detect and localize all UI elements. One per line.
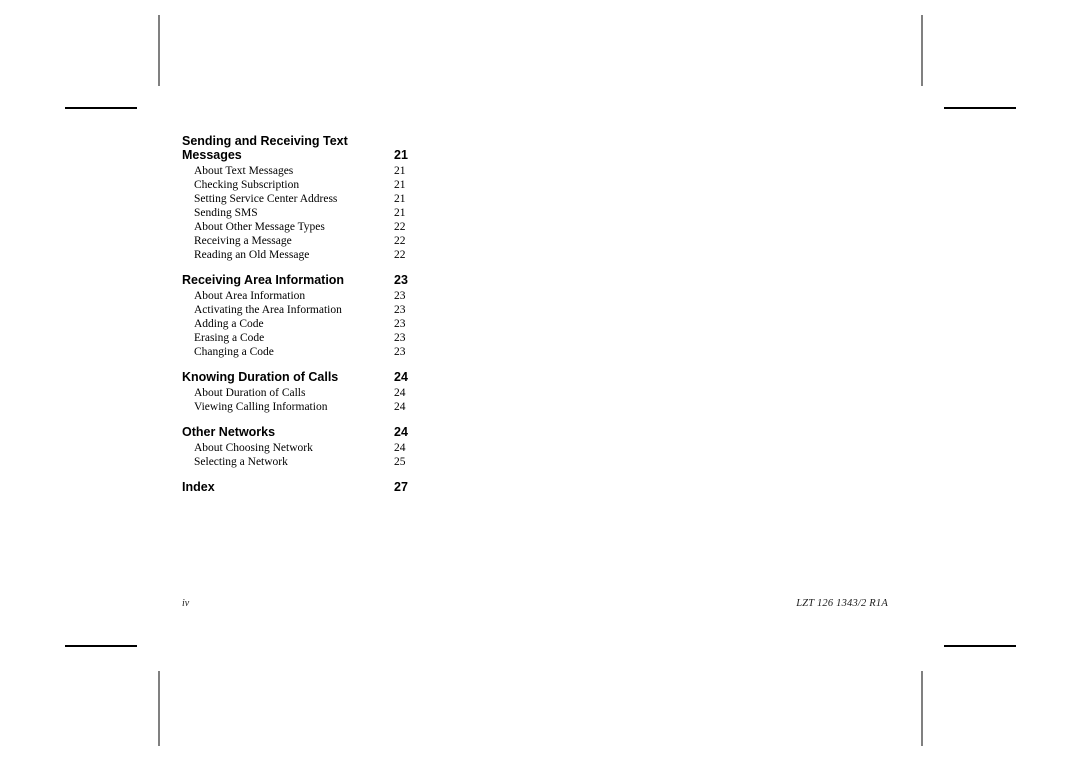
toc-entry-title: About Choosing Network [194, 442, 313, 454]
toc-entry-title: Reading an Old Message [194, 249, 310, 261]
toc-section-heading[interactable]: Other Networks 24 [182, 425, 422, 439]
toc-entry-page: 21 [394, 179, 406, 191]
toc-section-heading-title: Receiving Area Information [182, 273, 345, 287]
toc-entry-page: 21 [394, 207, 406, 219]
toc-entry-page: 22 [394, 235, 406, 247]
toc-section: Index 27 [182, 480, 422, 494]
toc-entry-page: 21 [394, 165, 406, 177]
footer-document-code: LZT 126 1343/2 R1A [796, 598, 888, 609]
toc-entry[interactable]: Activating the Area Information 23 [182, 303, 422, 317]
toc-entry-page: 23 [394, 332, 406, 344]
toc-entry[interactable]: About Duration of Calls 24 [182, 386, 422, 400]
toc-entry[interactable]: About Choosing Network 24 [182, 441, 422, 455]
toc-entry-page: 23 [394, 290, 406, 302]
toc-entry-title: Selecting a Network [194, 456, 288, 468]
toc-entry[interactable]: About Other Message Types 22 [182, 220, 422, 234]
toc-section-heading-page: 21 [394, 148, 408, 162]
toc-entry[interactable]: Erasing a Code 23 [182, 331, 422, 345]
document-page: Sending and Receiving Text Messages 21 Abo… [0, 0, 1080, 763]
toc-entry-title: About Duration of Calls [194, 387, 306, 399]
page-footer: iv LZT 126 1343/2 R1A [182, 598, 888, 609]
toc-section: Knowing Duration of Calls 24 About Duratio… [182, 370, 422, 414]
toc-entry[interactable]: About Area Information 23 [182, 289, 422, 303]
toc-section-heading-page: 27 [394, 480, 408, 494]
crop-mark-vertical-top-left [158, 15, 160, 86]
toc-section-heading-page: 24 [394, 370, 408, 384]
crop-mark-horizontal-bottom-left [65, 645, 137, 647]
toc-entry-title: Sending SMS [194, 207, 258, 219]
toc-entry-page: 23 [394, 304, 406, 316]
toc-entry-title: Viewing Calling Information [194, 401, 328, 413]
toc-entry[interactable]: Selecting a Network 25 [182, 455, 422, 469]
crop-mark-horizontal-bottom-right [944, 645, 1016, 647]
footer-page-number: iv [182, 598, 190, 609]
toc-entry-title: About Area Information [194, 290, 306, 302]
toc-entry-title: Erasing a Code [194, 332, 265, 344]
toc-section-heading-title: Sending and Receiving Text Messages [182, 134, 348, 162]
toc-entry-title: Checking Subscription [194, 179, 300, 191]
toc-entry-page: 22 [394, 249, 406, 261]
toc-entry-title: About Text Messages [194, 165, 294, 177]
toc-section-heading[interactable]: Index 27 [182, 480, 422, 494]
toc-section-heading[interactable]: Receiving Area Information 23 [182, 273, 422, 287]
crop-mark-vertical-top-right [921, 15, 923, 86]
toc-section-heading[interactable]: Knowing Duration of Calls 24 [182, 370, 422, 384]
toc-section-heading-title: Knowing Duration of Calls [182, 370, 339, 384]
toc-entry[interactable]: Receiving a Message 22 [182, 234, 422, 248]
table-of-contents: Sending and Receiving Text Messages 21 Abo… [182, 134, 422, 494]
toc-entry-title: Activating the Area Information [194, 304, 342, 316]
toc-section-heading-title: Other Networks [182, 425, 276, 439]
toc-entry-page: 24 [394, 401, 406, 413]
toc-entry-title: Setting Service Center Address [194, 193, 338, 205]
toc-entry-title: Adding a Code [194, 318, 264, 330]
toc-entry-page: 23 [394, 318, 406, 330]
toc-entry[interactable]: Sending SMS 21 [182, 206, 422, 220]
toc-section-heading-page: 24 [394, 425, 408, 439]
toc-entry[interactable]: Reading an Old Message 22 [182, 248, 422, 262]
toc-entry-page: 24 [394, 442, 406, 454]
crop-mark-vertical-bottom-right [921, 671, 923, 746]
toc-entry[interactable]: Adding a Code 23 [182, 317, 422, 331]
crop-mark-horizontal-top-left [65, 107, 137, 109]
toc-entry-title: Changing a Code [194, 346, 274, 358]
crop-mark-horizontal-top-right [944, 107, 1016, 109]
toc-entry[interactable]: Setting Service Center Address 21 [182, 192, 422, 206]
toc-section: Sending and Receiving Text Messages 21 Abo… [182, 134, 422, 262]
toc-entry[interactable]: Viewing Calling Information 24 [182, 400, 422, 414]
toc-section: Other Networks 24 About Choosing Network 24… [182, 425, 422, 469]
toc-entry[interactable]: Checking Subscription 21 [182, 178, 422, 192]
toc-entry-title: Receiving a Message [194, 235, 292, 247]
toc-entry-page: 22 [394, 221, 406, 233]
toc-entry-page: 25 [394, 456, 406, 468]
toc-entry-page: 21 [394, 193, 406, 205]
toc-entry-page: 23 [394, 346, 406, 358]
toc-entry[interactable]: Changing a Code 23 [182, 345, 422, 359]
toc-section-heading-page: 23 [394, 273, 408, 287]
toc-section: Receiving Area Information 23 About Area I… [182, 273, 422, 359]
toc-entry-title: About Other Message Types [194, 221, 325, 233]
toc-entry-page: 24 [394, 387, 406, 399]
crop-mark-vertical-bottom-left [158, 671, 160, 746]
toc-entry[interactable]: About Text Messages 21 [182, 164, 422, 178]
toc-section-heading-title: Index [182, 480, 215, 494]
toc-section-heading[interactable]: Sending and Receiving Text Messages 21 [182, 134, 422, 162]
